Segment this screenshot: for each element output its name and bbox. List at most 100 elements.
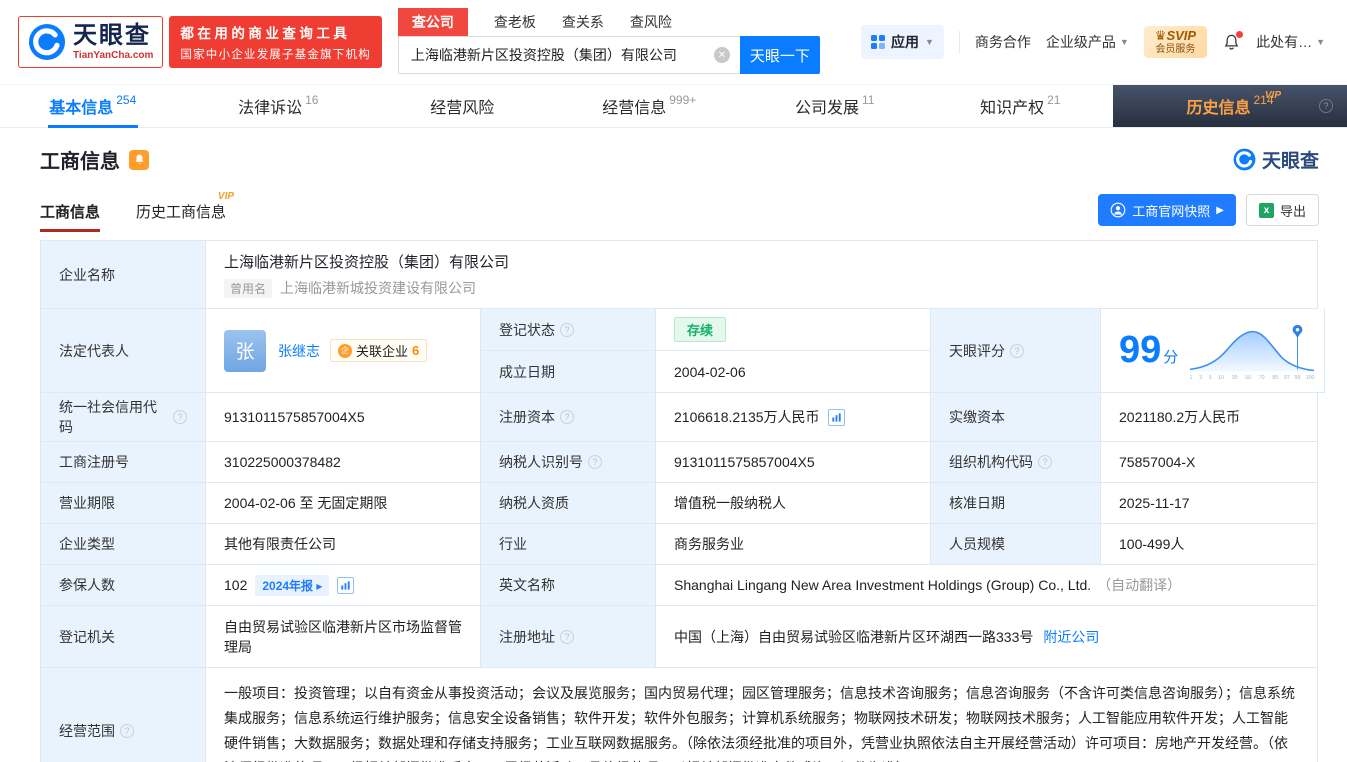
company-type-value: 其他有限责任公司 <box>206 524 481 565</box>
search-tab-risk[interactable]: 查风险 <box>630 8 672 36</box>
clear-icon[interactable]: ✕ <box>713 47 730 63</box>
svip-member-badge[interactable]: ♛SVIP 会员服务 <box>1143 25 1208 59</box>
search-tab-boss[interactable]: 查老板 <box>494 8 536 36</box>
reg-status-label: 登记状态? <box>481 309 656 351</box>
search-input[interactable] <box>397 36 740 74</box>
related-companies-icon: 企 <box>338 343 352 358</box>
related-companies-badge[interactable]: 企 关联企业 6 <box>330 339 428 362</box>
tab-count: 999+ <box>669 93 697 107</box>
help-icon[interactable]: ? <box>1010 343 1024 358</box>
svg-text:50: 50 <box>1245 375 1251 381</box>
reg-number-value: 310225000378482 <box>206 442 481 483</box>
tab-operational-risk[interactable]: 经营风险 <box>371 85 557 127</box>
tab-legal-proceedings[interactable]: 法律诉讼 16 <box>186 85 372 127</box>
enterprise-products-label: 企业级产品 <box>1045 34 1116 50</box>
search-area: 查公司 查老板 查关系 查风险 ✕ 天眼一下 <box>397 8 820 74</box>
annual-report-badge[interactable]: 2024年报 ▸ <box>255 574 330 596</box>
establish-date-value: 2004-02-06 <box>656 351 931 393</box>
taxpayer-quality-label: 纳税人资质 <box>481 483 656 524</box>
divider <box>958 31 960 53</box>
svg-text:30: 30 <box>1232 375 1238 381</box>
brand-domain: TianYanCha.com <box>73 49 154 61</box>
legal-rep-name-link[interactable]: 张继志 <box>278 341 320 361</box>
former-name-value: 上海临港新城投资建设有限公司 <box>280 280 477 296</box>
tab-company-development[interactable]: 公司发展 11 <box>742 85 928 127</box>
tab-count: 16 <box>305 93 319 107</box>
help-icon[interactable]: ? <box>588 455 602 469</box>
user-menu[interactable]: 此处有… ▼ <box>1256 32 1325 52</box>
apps-label: 应用 <box>890 34 919 50</box>
table-row: 登记机关 自由贸易试验区临港新片区市场监督管理局 注册地址? 中国（上海）自由贸… <box>41 606 1318 668</box>
tab-label: 公司发展 <box>795 100 860 117</box>
apps-menu[interactable]: 应用 ▼ <box>860 25 944 59</box>
tianyancha-swirl-icon <box>1233 148 1256 171</box>
slogan-line-2: 国家中小企业发展子基金旗下机构 <box>180 49 371 61</box>
tab-count: 21 <box>1047 93 1061 107</box>
tab-basic-info[interactable]: 基本信息 254 <box>0 85 186 127</box>
top-right-menu: 应用 ▼ 商务合作 企业级产品 ▼ ♛SVIP 会员服务 此处有… ▼ <box>860 25 1325 59</box>
industry-label: 行业 <box>481 524 656 565</box>
english-name-value: Shanghai Lingang New Area Investment Hol… <box>674 577 1092 593</box>
help-icon[interactable]: ? <box>120 724 134 738</box>
legal-rep-label: 法定代表人 <box>41 309 206 393</box>
help-icon[interactable]: ? <box>1038 455 1052 469</box>
enterprise-products-menu[interactable]: 企业级产品 ▼ <box>1046 32 1129 52</box>
reg-capital-label: 注册资本? <box>481 393 656 442</box>
table-row: 经营范围? 一般项目：投资管理；以自有资金从事投资活动；会议及展览服务；国内贸易… <box>41 668 1318 762</box>
search-tab-company[interactable]: 查公司 <box>397 8 468 36</box>
subtab-history-registration[interactable]: 历史工商信息 VIP <box>136 191 234 232</box>
help-icon[interactable]: ? <box>173 410 187 424</box>
help-icon[interactable]: ? <box>560 322 574 337</box>
slogan-line-1: 都在用的商业查询工具 <box>180 26 351 41</box>
vip-tag: VIP <box>217 191 235 202</box>
search-button[interactable]: 天眼一下 <box>739 36 820 74</box>
legal-rep-avatar[interactable]: 张 <box>224 329 266 372</box>
chevron-down-icon: ▼ <box>1119 37 1129 47</box>
help-icon[interactable]: ? <box>560 410 574 424</box>
export-button[interactable]: x 导出 <box>1245 194 1319 226</box>
apps-grid-icon <box>870 35 885 49</box>
reg-address-value: 中国（上海）自由贸易试验区临港新片区环湖西一路333号 <box>674 628 1034 645</box>
tab-history-info[interactable]: VIP 历史信息 214 ? <box>1113 85 1347 127</box>
tab-label: 基本信息 <box>49 100 114 117</box>
official-snapshot-button[interactable]: 工商官网快照 ▶ <box>1098 194 1236 226</box>
watermark-brand-text: 天眼查 <box>1261 151 1319 172</box>
table-row: 参保人数 102 2024年报 ▸ 英文名称 Shanghai Lingang … <box>41 565 1318 606</box>
reg-capital-value: 2106618.2135万人民币 <box>674 409 820 425</box>
svg-text:100: 100 <box>1306 375 1315 381</box>
english-name-label: 英文名称 <box>481 565 656 606</box>
score-value[interactable]: 99 分 1 3 5 10 30 50 70 85 97 99 100 <box>1101 309 1326 393</box>
subscribe-bell-icon[interactable] <box>129 149 149 170</box>
tianyancha-logo[interactable]: 天眼查 TianYanCha.com <box>18 16 164 68</box>
svg-text:70: 70 <box>1259 375 1265 381</box>
subtab-business-registration[interactable]: 工商信息 <box>40 201 101 232</box>
tab-count: 11 <box>862 93 875 107</box>
tianyancha-watermark: 天眼查 <box>1233 146 1319 173</box>
nearby-companies-link[interactable]: 附近公司 <box>1043 627 1099 647</box>
tab-label: 经营风险 <box>430 100 495 117</box>
svg-text:3: 3 <box>1200 375 1203 381</box>
svg-text:10: 10 <box>1218 375 1224 381</box>
section-header: 工商信息 天眼查 <box>40 145 1319 174</box>
insured-history-icon[interactable] <box>337 576 355 594</box>
capital-history-icon[interactable] <box>827 408 845 426</box>
help-icon[interactable]: ? <box>560 629 574 644</box>
tab-intellectual-property[interactable]: 知识产权 21 <box>928 85 1114 127</box>
search-tab-relation[interactable]: 查关系 <box>562 8 604 36</box>
svip-label: SVIP <box>1166 27 1197 43</box>
business-cooperation-link[interactable]: 商务合作 <box>975 32 1031 52</box>
svg-text:99: 99 <box>1295 375 1301 381</box>
subtab-row: 工商信息 历史工商信息 VIP 工商官网快照 ▶ x 导出 <box>40 191 1319 232</box>
arrow-right-icon: ▶ <box>1216 204 1224 216</box>
subtab-label: 历史工商信息 <box>136 204 227 221</box>
business-scope-label: 经营范围? <box>41 668 206 762</box>
approval-date-value: 2025-11-17 <box>1101 483 1318 524</box>
reg-address-label: 注册地址? <box>481 606 656 668</box>
table-row: 统一社会信用代码? 9131011575857004X5 注册资本? 21066… <box>41 393 1318 442</box>
tab-business-info[interactable]: 经营信息 999+ <box>557 85 743 127</box>
help-icon[interactable]: ? <box>1319 99 1333 113</box>
brand-slogan: 都在用的商业查询工具 国家中小企业发展子基金旗下机构 <box>169 16 382 68</box>
svg-text:97: 97 <box>1284 375 1290 381</box>
notification-bell-icon[interactable] <box>1222 30 1244 52</box>
table-row: 营业期限 2004-02-06 至 无固定期限 纳税人资质 增值税一般纳税人 核… <box>41 483 1318 524</box>
